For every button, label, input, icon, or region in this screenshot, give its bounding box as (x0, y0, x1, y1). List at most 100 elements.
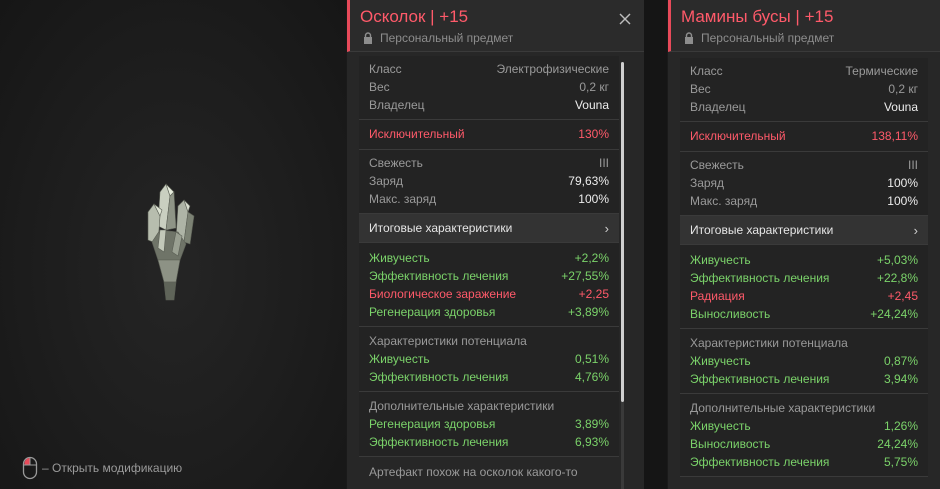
stat-value: 3,89% (574, 417, 609, 431)
info-label: Вес (690, 82, 711, 96)
stat-value: +5,03% (876, 253, 918, 267)
stat-label: Эффективность лечения (369, 435, 509, 449)
state-row-max-charge: Макс. заряд 100% (690, 192, 918, 210)
personal-item-label: Персональный предмет (701, 31, 835, 45)
stat-value: +2,25 (578, 287, 609, 301)
state-label: Макс. заряд (369, 192, 437, 206)
state-row-charge: Заряд 79,63% (369, 172, 609, 190)
total-stat-row: Радиация +2,45 (690, 287, 918, 305)
info-row-owner: Владелец Vouna (369, 96, 609, 114)
potential-stat-row: Эффективность лечения 3,94% (690, 370, 918, 388)
stat-label: Живучесть (690, 419, 751, 433)
state-value: III (598, 156, 609, 170)
stat-value: 3,94% (883, 372, 918, 386)
stat-value: +22,8% (876, 271, 918, 285)
stat-value: 1,26% (883, 419, 918, 433)
stat-value: 0,51% (574, 352, 609, 366)
rarity-label: Исключительный (369, 127, 465, 141)
stat-label: Эффективность лечения (690, 271, 830, 285)
state-value: III (907, 158, 918, 172)
stat-label: Эффективность лечения (690, 455, 830, 469)
stat-value: 24,24% (877, 437, 918, 451)
panel-gap (644, 0, 667, 489)
info-row-weight: Вес 0,2 кг (369, 78, 609, 96)
state-row-max-charge: Макс. заряд 100% (369, 190, 609, 208)
item-subtitle: Персональный предмет (362, 31, 513, 45)
stat-label: Живучесть (690, 253, 751, 267)
scrollbar-track[interactable] (621, 402, 624, 489)
stat-value: +2,2% (574, 251, 609, 265)
info-value: Vouna (574, 98, 609, 112)
total-stats-button[interactable]: Итоговые характеристики › (359, 214, 619, 243)
potential-heading: Характеристики потенциала (690, 336, 848, 350)
info-section: Класс Электрофизические Вес 0,2 кг Владеле… (359, 56, 619, 120)
extra-heading: Дополнительные характеристики (690, 401, 876, 415)
stat-label: Биологическое заражение (369, 287, 517, 301)
state-section: Свежесть III Заряд 100% Макс. заряд 100% (680, 152, 928, 216)
stat-label: Эффективность лечения (369, 269, 509, 283)
stat-label: Выносливость (690, 437, 771, 451)
total-stats-button[interactable]: Итоговые характеристики › (680, 216, 928, 245)
item-tooltip-beads: Мамины бусы | +15 Персональный предмет К… (667, 0, 940, 489)
extra-stat-row: Эффективность лечения 5,75% (690, 453, 918, 471)
scrollbar-thumb[interactable] (621, 62, 624, 402)
lock-icon (364, 32, 372, 44)
info-row-class: Класс Электрофизические (369, 60, 609, 78)
rarity-section: Исключительный 138,11% (680, 122, 928, 152)
info-row-weight: Вес 0,2 кг (690, 80, 918, 98)
info-row-owner: Владелец Vouna (690, 98, 918, 116)
rarity-label: Исключительный (690, 129, 786, 143)
stat-label: Эффективность лечения (690, 372, 830, 386)
potential-heading: Характеристики потенциала (369, 334, 527, 348)
item-description: Артефакт похож на осколок какого-то (369, 465, 578, 479)
item-title: Осколок | +15 (360, 7, 469, 26)
info-value: Термические (845, 64, 918, 78)
tooltip-header: Мамины бусы | +15 Персональный предмет (668, 0, 940, 52)
item-subtitle: Персональный предмет (683, 31, 834, 45)
rarity-row: Исключительный 138,11% (690, 127, 918, 145)
crystal-artifact-image (147, 183, 195, 301)
potential-section: Характеристики потенциала Живучесть 0,87%… (680, 329, 928, 394)
lock-icon (685, 32, 693, 44)
state-row-charge: Заряд 100% (690, 174, 918, 192)
potential-section: Характеристики потенциала Живучесть 0,51%… (359, 327, 619, 392)
item-title: Мамины бусы | +15 (681, 7, 834, 26)
info-label: Владелец (690, 100, 746, 114)
total-stat-row: Регенерация здоровья +3,89% (369, 303, 609, 321)
stat-label: Живучесть (369, 352, 430, 366)
extra-stat-row: Регенерация здоровья 3,89% (369, 415, 609, 433)
state-row-freshness: Свежесть III (369, 154, 609, 172)
open-modification-hint: – Открыть модификацию (22, 456, 182, 480)
extra-stat-row: Эффективность лечения 6,93% (369, 433, 609, 451)
total-stat-row: Выносливость +24,24% (690, 305, 918, 323)
item-preview: – Открыть модификацию (0, 0, 346, 489)
info-value: Электрофизические (496, 62, 609, 76)
stat-value: +27,55% (561, 269, 609, 283)
state-value: 100% (578, 192, 609, 206)
chevron-right-icon: › (604, 220, 609, 236)
stat-value: 4,76% (574, 370, 609, 384)
rarity-value: 138,11% (871, 129, 918, 143)
state-value: 100% (887, 194, 918, 208)
stat-value: +2,45 (887, 289, 918, 303)
stat-label: Регенерация здоровья (369, 417, 496, 431)
info-value: 0,2 кг (888, 82, 918, 96)
total-stats-label: Итоговые характеристики (369, 221, 513, 235)
total-stat-row: Эффективность лечения +27,55% (369, 267, 609, 285)
state-value: 100% (887, 176, 918, 190)
total-stat-row: Живучесть +5,03% (690, 251, 918, 269)
tooltip-header: Осколок | +15 Персональный предмет (347, 0, 644, 52)
state-label: Свежесть (690, 158, 744, 172)
stat-value: +24,24% (870, 307, 918, 321)
hint-label: – Открыть модификацию (42, 461, 183, 475)
stat-label: Выносливость (690, 307, 771, 321)
potential-stat-row: Живучесть 0,51% (369, 350, 609, 368)
stat-label: Регенерация здоровья (369, 305, 496, 319)
item-tooltip-shard: Осколок | +15 Персональный предмет Класс… (346, 0, 644, 489)
info-label: Класс (369, 62, 402, 76)
stat-label: Радиация (690, 289, 745, 303)
close-icon[interactable] (618, 12, 632, 26)
potential-stat-row: Живучесть 0,87% (690, 352, 918, 370)
extra-stat-row: Живучесть 1,26% (690, 417, 918, 435)
state-value: 79,63% (568, 174, 609, 188)
